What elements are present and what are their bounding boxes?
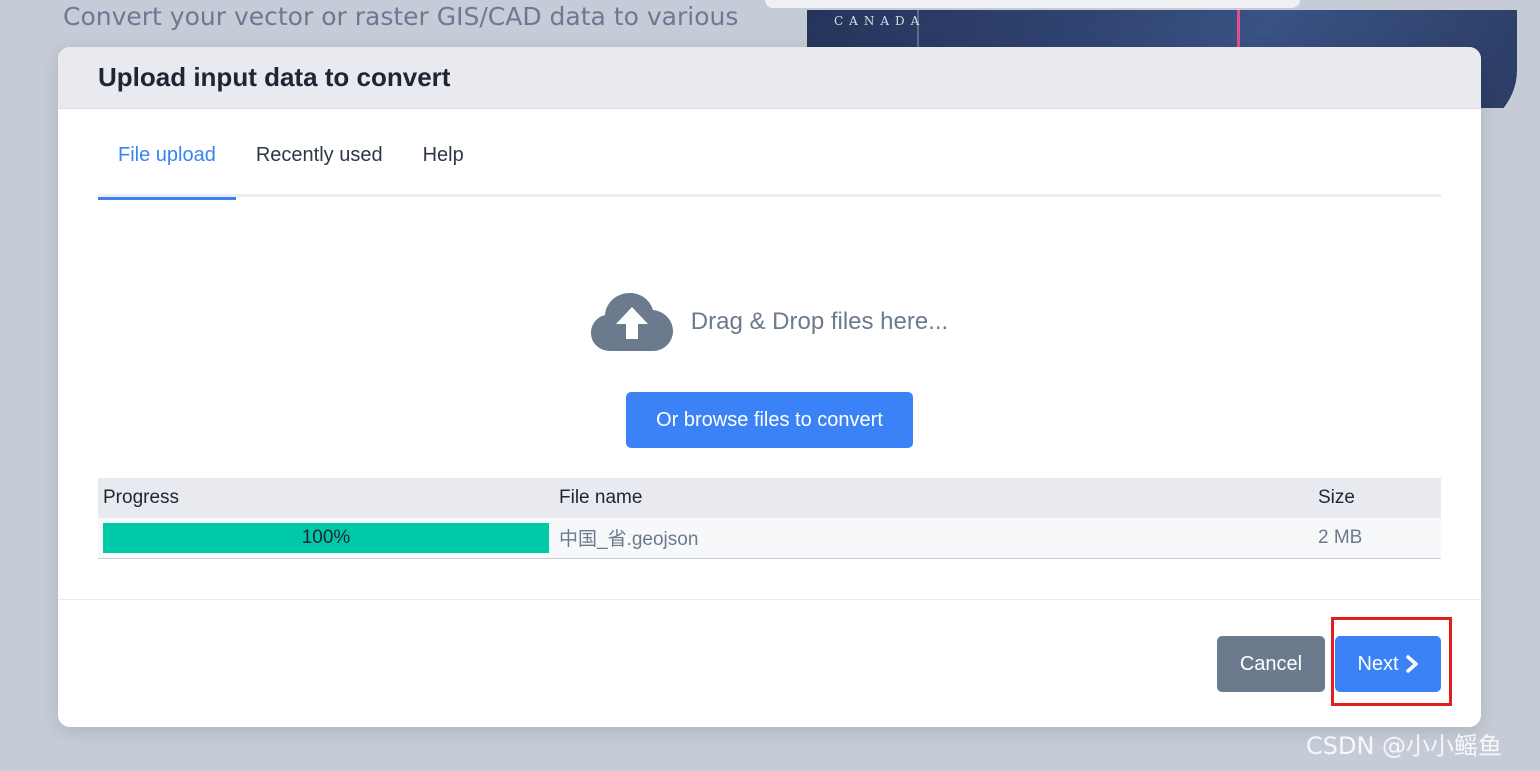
browse-files-button[interactable]: Or browse files to convert [626,392,913,448]
drop-zone-text: Drag & Drop files here... [690,308,949,335]
tab-bar: File upload Recently used Help [98,132,1441,200]
tab-help[interactable]: Help [403,132,484,197]
watermark: CSDN @小小鳐鱼 [1306,732,1503,760]
header-progress: Progress [98,478,554,518]
table-header-row: Progress File name Size [98,478,1441,518]
file-table: Progress File name Size 100% 中国_省.geojso… [98,478,1441,559]
next-button-label: Next [1357,652,1399,675]
drop-zone[interactable]: Drag & Drop files here... [58,287,1481,357]
modal-header: Upload input data to convert [58,47,1481,109]
table-row: 100% 中国_省.geojson 2 MB [98,518,1441,559]
map-label: CANADA [834,14,926,28]
background-top-bar [765,0,1300,8]
file-size-cell: 2 MB [1313,518,1441,559]
chevron-right-icon [1405,655,1418,673]
tab-file-upload[interactable]: File upload [98,132,236,200]
header-file-name: File name [554,478,1313,518]
file-name-cell: 中国_省.geojson [554,518,1313,559]
modal-title: Upload input data to convert [98,62,451,92]
upload-modal: Upload input data to convert File upload… [58,47,1481,727]
progress-bar: 100% [103,522,549,553]
cloud-upload-icon [590,293,673,351]
background-heading: Convert your vector or raster GIS/CAD da… [63,2,739,31]
progress-cell: 100% [98,518,554,559]
header-size: Size [1313,478,1441,518]
tab-recently-used[interactable]: Recently used [236,132,403,197]
progress-label: 100% [301,526,351,548]
next-button[interactable]: Next [1335,636,1441,692]
modal-footer: Cancel Next [58,599,1481,727]
cancel-button[interactable]: Cancel [1217,636,1325,692]
